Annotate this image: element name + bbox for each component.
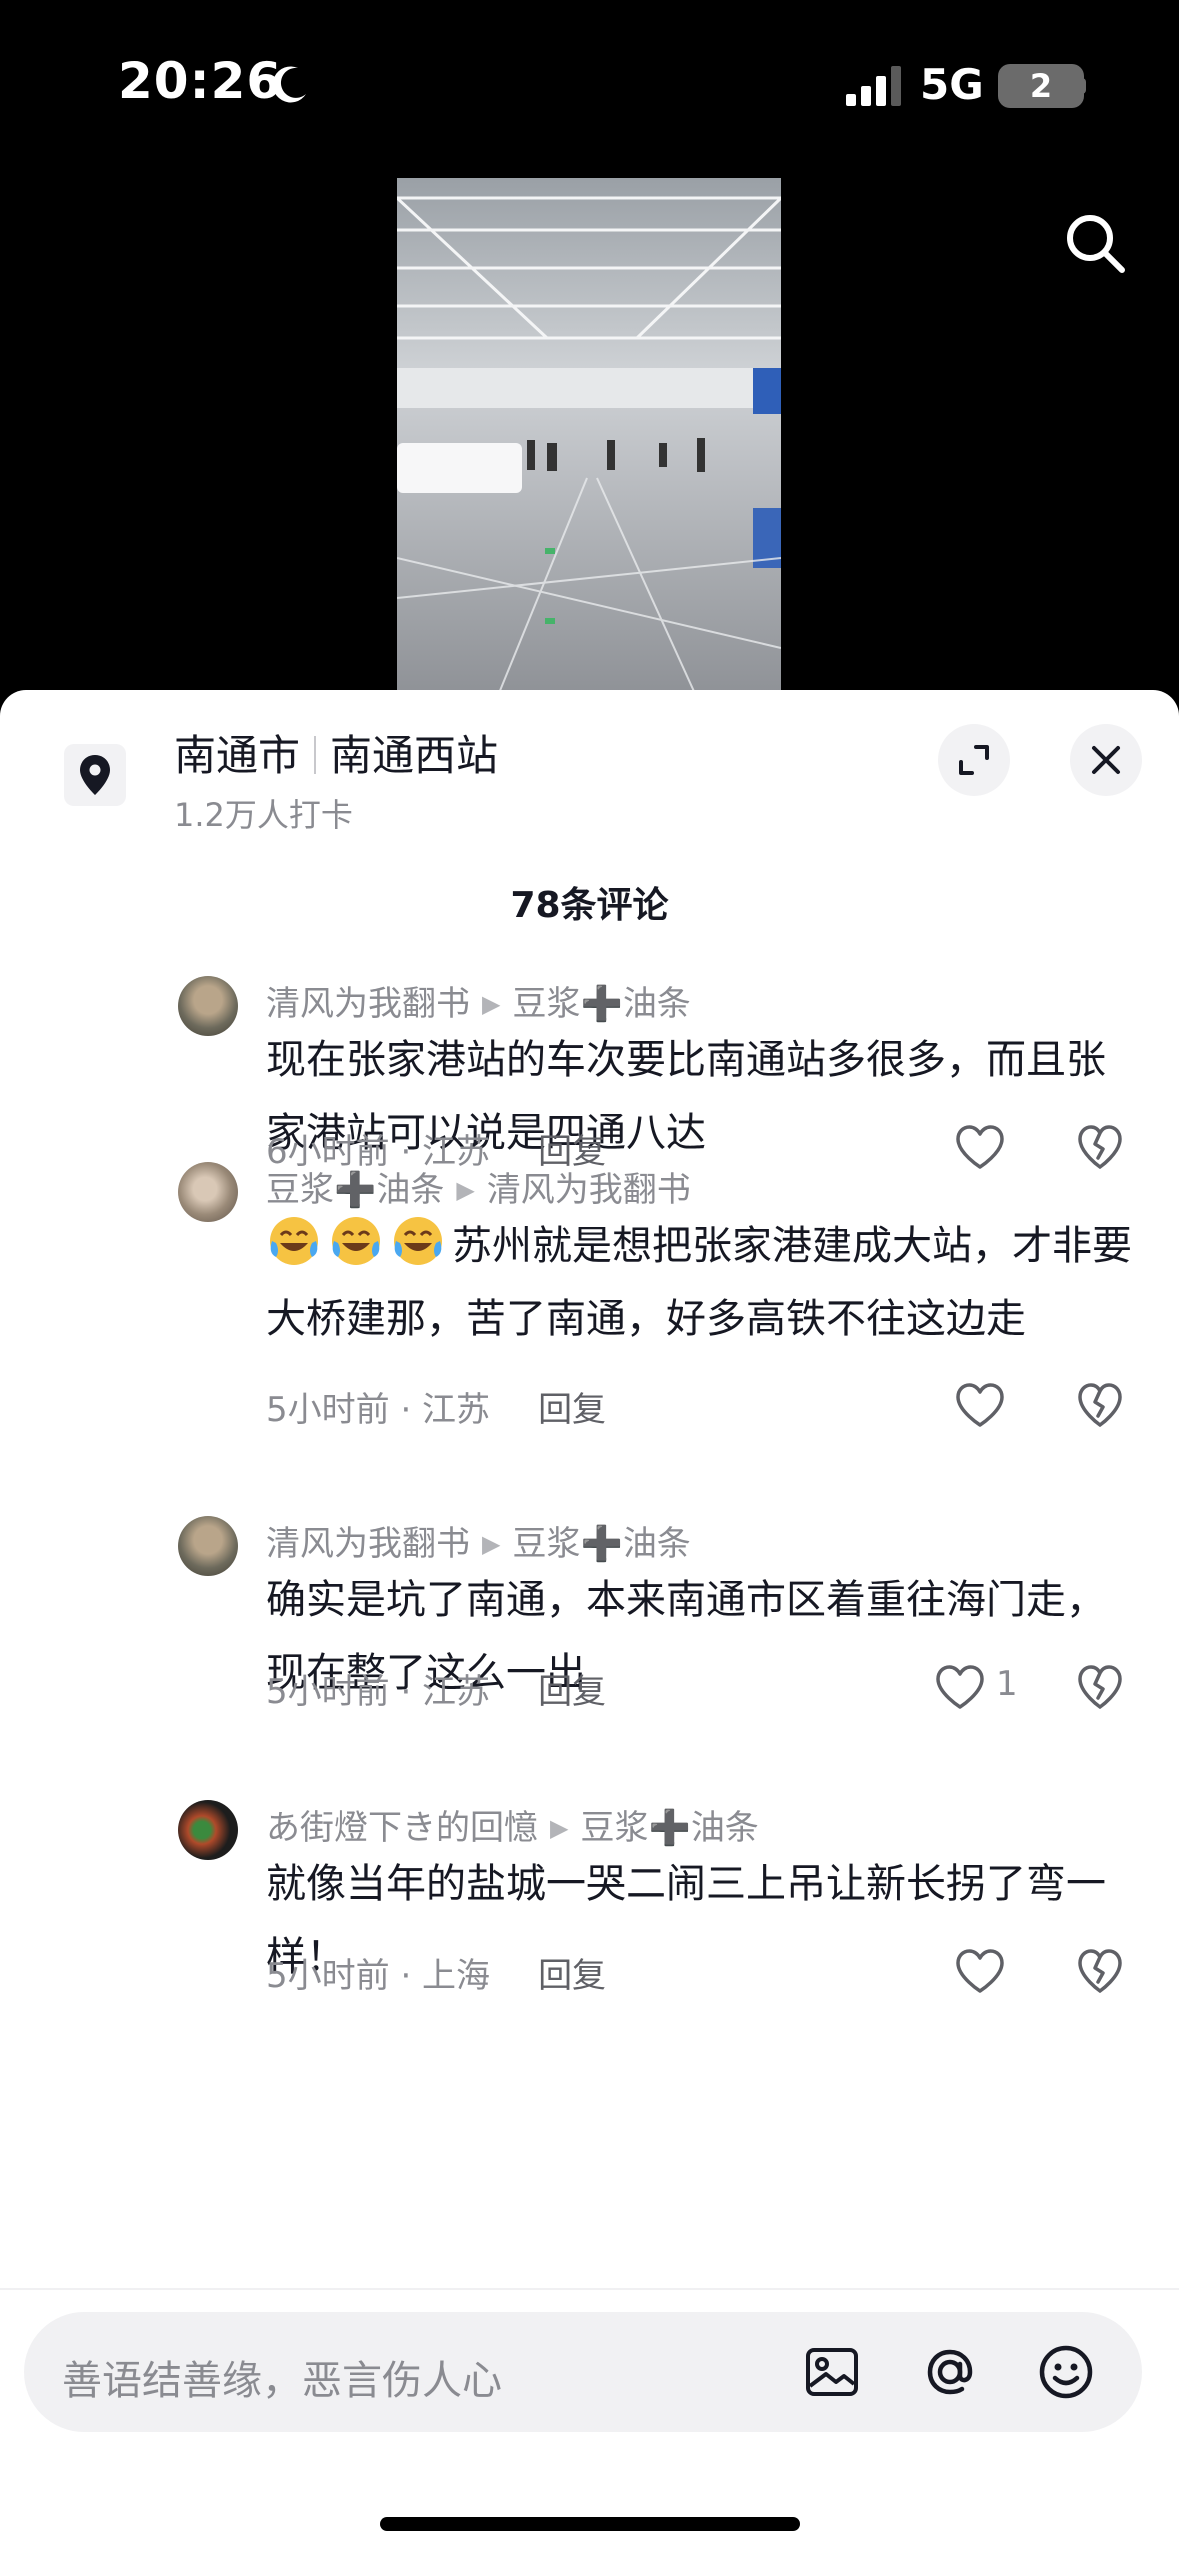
comment-time-location: 5小时前 · 江苏 xyxy=(266,1390,491,1430)
comment-text: 苏州就是想把张家港建成大站，才非要大桥建那，苦了南通，好多高铁不往这边走 xyxy=(266,1210,1136,1356)
comment-header: 清风为我翻书 ▶ 豆浆➕油条 xyxy=(266,976,691,1025)
laughing-crying-emoji-icon xyxy=(332,1217,380,1265)
at-icon[interactable] xyxy=(918,2340,982,2404)
comment-input[interactable]: 善语结善缘，恶言伤人心 xyxy=(62,2348,502,2406)
battery-tip xyxy=(1080,78,1086,94)
image-icon[interactable] xyxy=(800,2340,864,2404)
video-frame[interactable] xyxy=(397,178,781,698)
expand-icon xyxy=(959,745,989,775)
comment-input-bar[interactable]: 善语结善缘，恶言伤人心 xyxy=(24,2312,1142,2432)
broken-heart-icon[interactable] xyxy=(1076,1948,1124,1994)
location-pin-icon xyxy=(80,755,110,795)
avatar[interactable] xyxy=(178,1162,238,1222)
reply-target[interactable]: 豆浆➕油条 xyxy=(580,1808,758,1848)
comment-item: 豆浆➕油条 ▶ 清风为我翻书 苏州就是想把张家港建成大站，才非要大桥建那，苦了南通，… xyxy=(178,1162,1138,1462)
comment-author[interactable]: あ街燈下き的回憶 xyxy=(266,1808,538,1848)
close-button[interactable] xyxy=(1070,724,1142,796)
comment-item: 清风为我翻书 ▶ 豆浆➕油条 确实是坑了南通，本来南通市区着重往海门走，现在整了这么… xyxy=(178,1516,1138,1776)
comment-item: あ街燈下き的回憶 ▶ 豆浆➕油条 就像当年的盐城一哭二闹三上吊让新长拐了弯一样！ 5… xyxy=(178,1800,1138,2060)
comment-meta: 5小时前 · 江苏 回复 xyxy=(266,1664,606,1713)
reply-arrow-icon: ▶ xyxy=(482,1530,501,1558)
location-badge[interactable] xyxy=(64,744,126,806)
reply-arrow-icon: ▶ xyxy=(482,990,501,1018)
heart-icon[interactable] xyxy=(934,1664,986,1710)
comment-header: あ街燈下き的回憶 ▶ 豆浆➕油条 xyxy=(266,1800,759,1849)
avatar[interactable] xyxy=(178,976,238,1036)
network-type: 5G xyxy=(920,60,984,109)
avatar[interactable] xyxy=(178,1800,238,1860)
location-title[interactable]: 南通市 南通西站 xyxy=(174,722,498,783)
location-place: 南通西站 xyxy=(330,731,499,780)
laughing-crying-emoji-icon xyxy=(270,1217,318,1265)
heart-icon[interactable] xyxy=(954,1382,1006,1428)
battery-indicator: 2 xyxy=(998,64,1084,108)
comment-time-location: 5小时前 · 江苏 xyxy=(266,1672,491,1712)
reply-target[interactable]: 豆浆➕油条 xyxy=(512,1524,690,1564)
comment-count: 78条评论 xyxy=(510,885,669,926)
broken-heart-icon[interactable] xyxy=(1076,1382,1124,1428)
reply-button[interactable]: 回复 xyxy=(538,1672,606,1712)
reply-button[interactable]: 回复 xyxy=(538,1390,606,1430)
reply-arrow-icon: ▶ xyxy=(456,1176,475,1204)
close-icon xyxy=(1092,746,1120,774)
location-checkins: 1.2万人打卡 xyxy=(174,796,353,834)
expand-button[interactable] xyxy=(938,724,1010,796)
emoji-icon[interactable] xyxy=(1034,2340,1098,2404)
avatar[interactable] xyxy=(178,1516,238,1576)
signal-icon xyxy=(846,66,901,106)
like-count: 1 xyxy=(996,1664,1018,1704)
reply-arrow-icon: ▶ xyxy=(550,1814,569,1842)
search-icon[interactable] xyxy=(1060,208,1132,280)
status-bar: 20:26 5G 2 xyxy=(0,0,1179,170)
comment-header: 豆浆➕油条 ▶ 清风为我翻书 xyxy=(266,1162,691,1211)
comment-author[interactable]: 清风为我翻书 xyxy=(266,1524,470,1564)
title-separator xyxy=(314,736,317,774)
reply-target[interactable]: 豆浆➕油条 xyxy=(512,984,690,1024)
status-time: 20:26 xyxy=(118,52,283,110)
comment-header: 清风为我翻书 ▶ 豆浆➕油条 xyxy=(266,1516,691,1565)
input-divider xyxy=(0,2288,1179,2290)
moon-icon xyxy=(272,66,306,103)
heart-icon[interactable] xyxy=(954,1948,1006,1994)
comment-time-location: 5小时前 · 上海 xyxy=(266,1956,491,1996)
comment-author[interactable]: 清风为我翻书 xyxy=(266,984,470,1024)
comment-meta: 5小时前 · 江苏 回复 xyxy=(266,1382,606,1431)
home-indicator[interactable] xyxy=(380,2517,800,2531)
comment-author[interactable]: 豆浆➕油条 xyxy=(266,1170,444,1210)
reply-button[interactable]: 回复 xyxy=(538,1956,606,1996)
comment-sheet: 南通市 南通西站 1.2万人打卡 78条评论 清风为我翻书 ▶ 豆浆➕油条 现在张家港… xyxy=(0,690,1179,2556)
comment-meta: 5小时前 · 上海 回复 xyxy=(266,1948,606,1997)
reply-target[interactable]: 清风为我翻书 xyxy=(487,1170,691,1210)
location-city: 南通市 xyxy=(174,731,301,780)
laughing-crying-emoji-icon xyxy=(394,1217,442,1265)
broken-heart-icon[interactable] xyxy=(1076,1664,1124,1710)
